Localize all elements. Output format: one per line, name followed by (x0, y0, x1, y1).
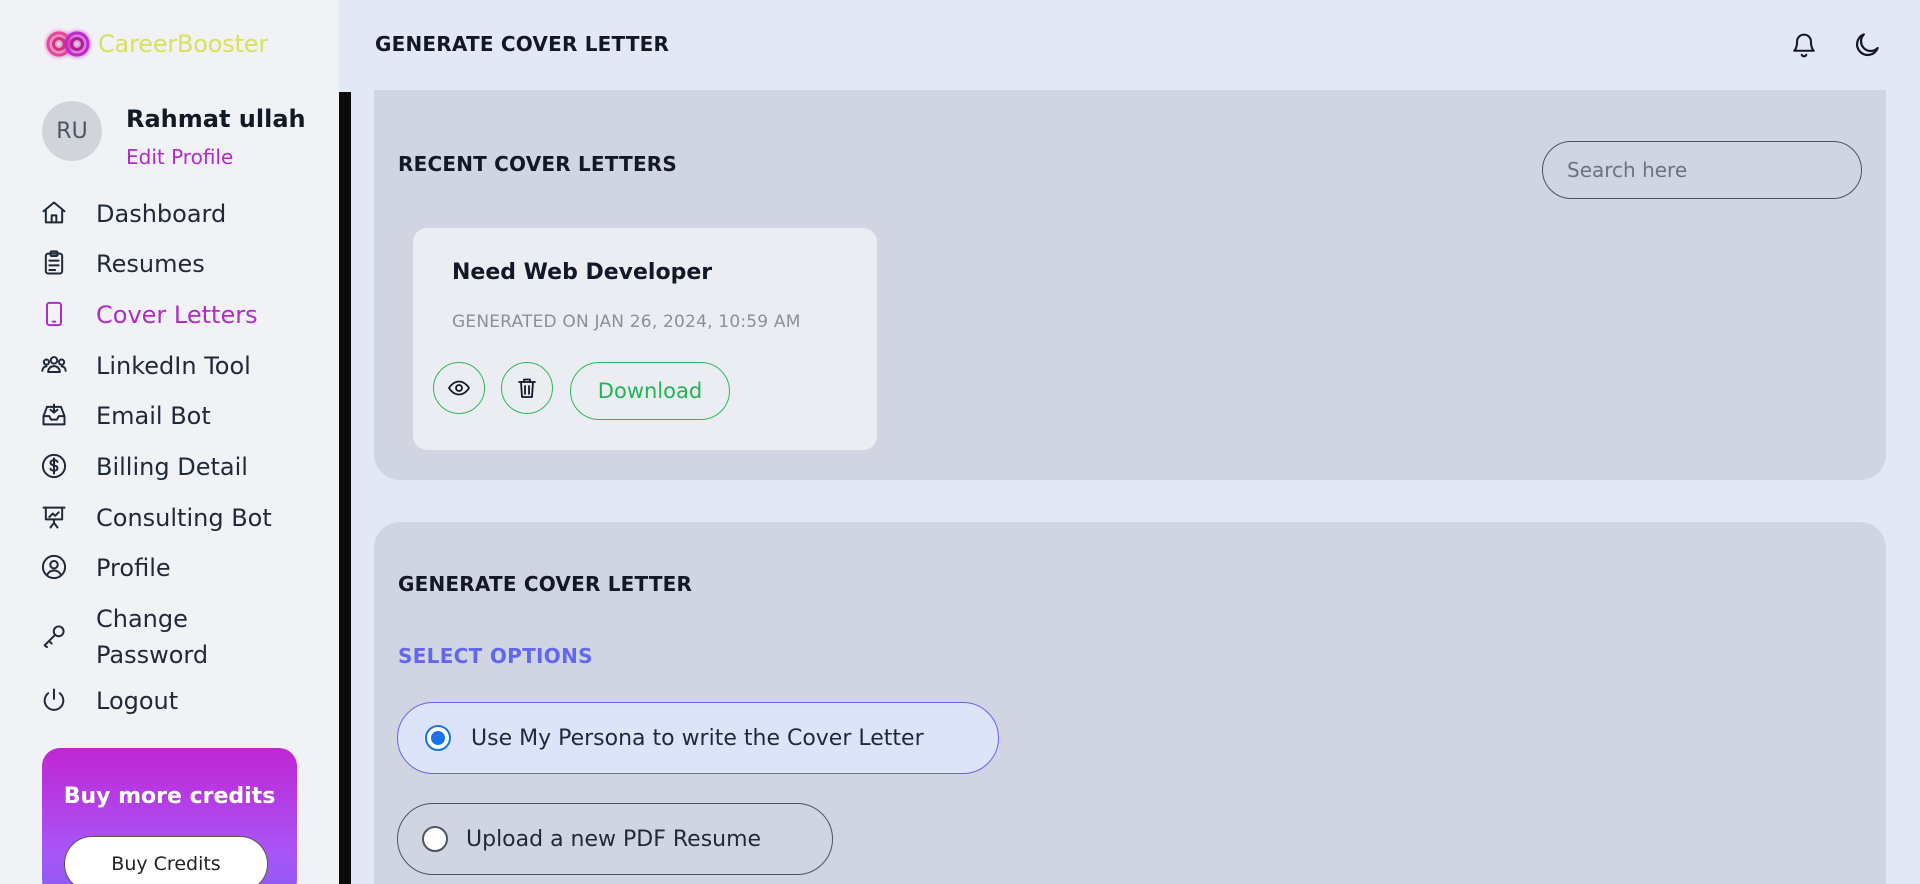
cover-letter-title: Need Web Developer (452, 260, 713, 285)
cover-letter-card: Need Web Developer GENERATED ON JAN 26, … (413, 228, 877, 450)
presentation-icon (40, 500, 74, 534)
sidebar-item-profile[interactable]: Profile (40, 550, 171, 586)
bell-icon[interactable] (1790, 30, 1818, 60)
search-input[interactable] (1542, 141, 1862, 199)
buy-credits-card: Buy more credits Buy Credits (42, 748, 297, 884)
view-button[interactable] (433, 362, 485, 414)
logo-icon (46, 31, 90, 57)
trash-icon (518, 378, 536, 398)
sidebar-item-cover-letters[interactable]: Cover Letters (40, 297, 258, 333)
sidebar-item-resumes[interactable]: Resumes (40, 246, 205, 282)
radio-upload-pdf[interactable] (422, 826, 448, 852)
sidebar-item-logout[interactable]: Logout (40, 683, 178, 719)
sidebar-item-label: Change Password (96, 605, 209, 669)
sidebar-item-label: Logout (96, 687, 179, 715)
sidebar-item-consulting-bot[interactable]: Consulting Bot (40, 500, 272, 536)
sidebar-item-label: Email Bot (96, 402, 211, 430)
buy-credits-title: Buy more credits (63, 784, 276, 809)
brand-name: CareerBooster (98, 30, 268, 58)
sidebar-item-change-password[interactable]: Change Password (40, 601, 246, 673)
tablet-icon (40, 297, 74, 331)
key-icon (40, 619, 74, 653)
sidebar-item-linkedin-tool[interactable]: LinkedIn Tool (40, 348, 251, 384)
page-title: GENERATE COVER LETTER (375, 32, 670, 56)
delete-button[interactable] (501, 362, 553, 414)
sidebar-item-label: Resumes (96, 250, 205, 278)
sidebar-item-label: Cover Letters (96, 301, 258, 329)
clipboard-icon (40, 246, 74, 280)
sidebar-scrollbar[interactable] (339, 92, 351, 884)
select-options-label: SELECT OPTIONS (398, 644, 593, 668)
generate-cover-letter-title: GENERATE COVER LETTER (398, 572, 693, 596)
eye-icon (448, 380, 470, 396)
avatar: RU (42, 101, 102, 161)
logo[interactable]: CareerBooster (44, 26, 268, 62)
sidebar-item-label: LinkedIn Tool (96, 352, 251, 380)
user-summary: RU Rahmat ullah Edit Profile (42, 101, 306, 169)
users-icon (40, 348, 74, 382)
option-label: Use My Persona to write the Cover Letter (471, 725, 924, 751)
cover-letter-date: GENERATED ON JAN 26, 2024, 10:59 AM (452, 312, 801, 332)
sidebar-item-label: Billing Detail (96, 453, 248, 481)
sidebar: CareerBooster RU Rahmat ullah Edit Profi… (0, 0, 339, 884)
sidebar-item-billing-detail[interactable]: Billing Detail (40, 449, 248, 485)
sidebar-item-label: Consulting Bot (96, 504, 272, 532)
inbox-icon (40, 398, 74, 432)
header: GENERATE COVER LETTER (351, 0, 1920, 90)
edit-profile-link[interactable]: Edit Profile (126, 145, 306, 169)
dollar-icon (40, 449, 74, 483)
option-label: Upload a new PDF Resume (466, 826, 762, 852)
user-circle-icon (40, 550, 74, 584)
sidebar-item-label: Dashboard (96, 200, 227, 228)
buy-credits-button[interactable]: Buy Credits (64, 836, 268, 884)
recent-cover-letters-title: RECENT COVER LETTERS (398, 152, 678, 176)
radio-use-persona[interactable] (425, 725, 451, 751)
sidebar-item-email-bot[interactable]: Email Bot (40, 398, 211, 434)
sidebar-item-label: Profile (96, 554, 171, 582)
option-upload-pdf[interactable]: Upload a new PDF Resume (397, 803, 833, 875)
sidebar-item-dashboard[interactable]: Dashboard (40, 196, 226, 232)
power-icon (40, 683, 74, 717)
moon-icon[interactable] (1852, 30, 1882, 60)
home-icon (40, 196, 74, 230)
recent-cover-letters-panel: RECENT COVER LETTERS Need Web Developer … (374, 90, 1886, 480)
option-use-persona[interactable]: Use My Persona to write the Cover Letter (397, 702, 999, 774)
generate-cover-letter-panel: GENERATE COVER LETTER SELECT OPTIONS Use… (374, 522, 1886, 884)
download-button[interactable]: Download (570, 362, 730, 420)
user-name: Rahmat ullah (126, 105, 306, 133)
